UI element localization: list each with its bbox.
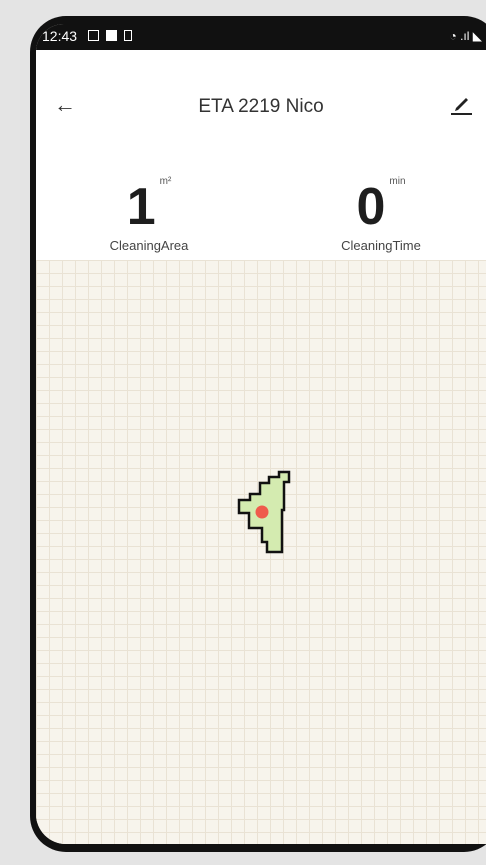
cleaning-area-unit: m² — [159, 176, 172, 187]
cleaning-time-stat: 0 min CleaningTime — [316, 176, 446, 253]
cleaning-map[interactable] — [36, 260, 486, 844]
cleaning-time-value: 0 — [356, 178, 386, 236]
cleaning-time-unit: min — [389, 176, 406, 187]
battery-saver-icon — [124, 30, 132, 41]
notification-icon — [106, 30, 117, 41]
app-header: ← ETA 2219 Nico 1 m² CleaningArea 0 min Cl… — [36, 50, 486, 260]
gallery-icon — [88, 30, 99, 41]
wifi-signal-icon: ◔ .ıl ◣ — [449, 29, 482, 43]
edit-button[interactable] — [448, 90, 474, 116]
status-bar: 12:43 ◔ .ıl ◣ — [36, 24, 486, 50]
map-canvas — [237, 470, 291, 554]
robot-position-marker — [255, 505, 269, 519]
cleaning-time-label: CleaningTime — [341, 238, 421, 253]
cleaning-area-stat: 1 m² CleaningArea — [84, 176, 214, 253]
cleaning-area-label: CleaningArea — [109, 238, 189, 253]
pencil-icon — [451, 98, 472, 115]
device-title: ETA 2219 Nico — [198, 96, 324, 117]
status-time: 12:43 — [42, 28, 78, 44]
cleaning-area-value: 1 — [126, 178, 156, 236]
app-screen: 12:43 ◔ .ıl ◣ ← ETA 2219 Nico 1 m² Cleani… — [36, 24, 486, 844]
